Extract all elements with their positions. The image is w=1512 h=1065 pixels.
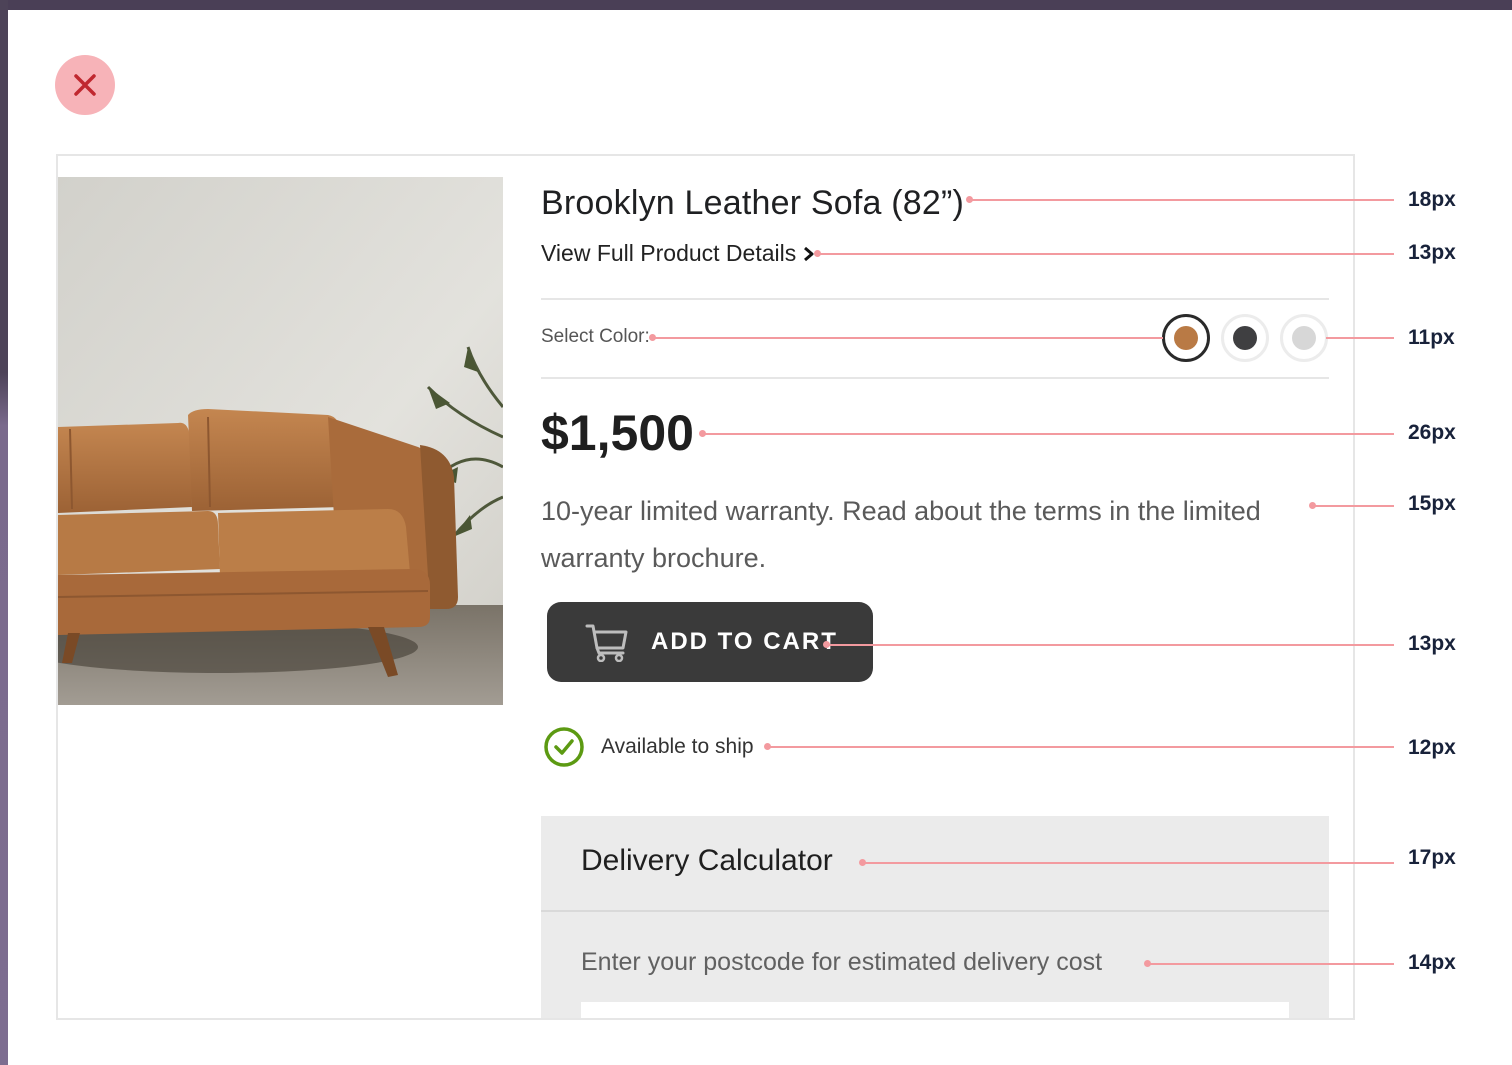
font-size-annotation: 13px: [1408, 241, 1456, 264]
guide-line: [1326, 337, 1394, 339]
guide-line: [1148, 963, 1394, 965]
guide-dot: [764, 743, 771, 750]
product-details: Brooklyn Leather Sofa (82”) View Full Pr…: [541, 156, 1329, 1018]
delivery-calculator: Delivery Calculator Enter your postcode …: [541, 816, 1329, 1018]
font-size-annotation: 11px: [1408, 326, 1455, 349]
guide-dot: [859, 859, 866, 866]
guide-line: [703, 433, 1394, 435]
font-size-annotation: 12px: [1408, 736, 1456, 759]
font-size-annotation: 17px: [1408, 846, 1456, 869]
font-size-annotation: 13px: [1408, 632, 1456, 655]
delivery-subtitle: Enter your postcode for estimated delive…: [581, 948, 1103, 976]
cart-icon: [585, 624, 628, 662]
divider: [541, 377, 1329, 379]
product-card: Brooklyn Leather Sofa (82”) View Full Pr…: [56, 154, 1355, 1020]
guide-line: [818, 253, 1394, 255]
guide-line: [653, 337, 1163, 339]
guide-line: [827, 644, 1394, 646]
product-price: $1,500: [541, 405, 694, 461]
guide-dot: [966, 196, 973, 203]
color-swatch-gray[interactable]: [1280, 314, 1328, 362]
close-icon: [74, 74, 96, 96]
guide-dot: [1144, 960, 1151, 967]
swatch-dot: [1174, 326, 1198, 350]
color-label: Select Color:: [541, 326, 650, 347]
divider: [541, 298, 1329, 300]
availability-status: Available to ship: [543, 726, 754, 768]
backdrop: [0, 0, 8, 1065]
product-modal: Brooklyn Leather Sofa (82”) View Full Pr…: [8, 10, 1512, 1065]
guide-line: [863, 862, 1394, 864]
color-swatch-brown[interactable]: [1162, 314, 1210, 362]
guide-dot: [823, 641, 830, 648]
guide-dot: [814, 250, 821, 257]
view-details-label: View Full Product Details: [541, 240, 797, 266]
font-size-annotation: 15px: [1408, 492, 1456, 515]
guide-line: [1313, 505, 1394, 507]
swatch-dot: [1233, 326, 1257, 350]
product-image: [58, 177, 503, 705]
guide-dot: [1309, 502, 1316, 509]
guide-line: [970, 199, 1394, 201]
close-button[interactable]: [55, 55, 115, 115]
view-details-link[interactable]: View Full Product Details: [541, 240, 816, 267]
font-size-annotation: 26px: [1408, 421, 1456, 444]
guide-dot: [649, 334, 656, 341]
product-title: Brooklyn Leather Sofa (82”): [541, 184, 965, 222]
color-swatch-charcoal[interactable]: [1221, 314, 1269, 362]
delivery-title: Delivery Calculator: [581, 844, 833, 877]
availability-text: Available to ship: [601, 735, 754, 758]
swatch-dot: [1292, 326, 1316, 350]
divider: [541, 910, 1329, 912]
guide-dot: [699, 430, 706, 437]
check-circle-icon: [544, 727, 584, 767]
guide-line: [768, 746, 1394, 748]
postcode-input[interactable]: [581, 1002, 1289, 1018]
font-size-annotation: 18px: [1408, 188, 1456, 211]
warranty-text: 10-year limited warranty. Read about the…: [541, 496, 1261, 573]
add-to-cart-label: ADD TO CART: [651, 628, 838, 655]
font-size-annotation: 14px: [1408, 951, 1456, 974]
